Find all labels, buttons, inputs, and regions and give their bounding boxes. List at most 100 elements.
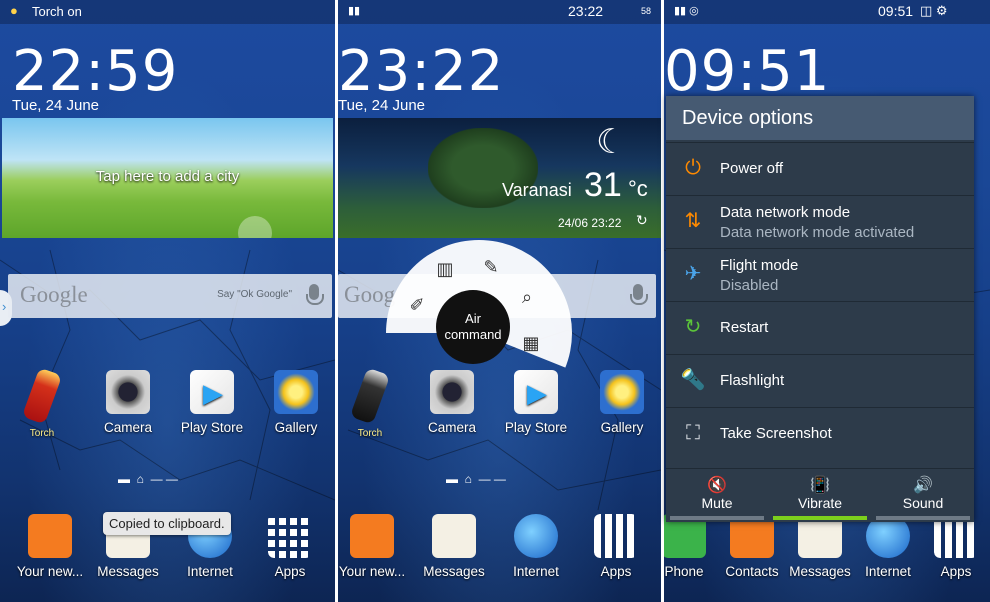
apps-grid-icon [594, 514, 638, 558]
app-label: Messages [423, 564, 485, 579]
app-gallery[interactable]: Gallery [582, 370, 661, 435]
app-torch[interactable]: Torch [2, 367, 82, 439]
app-gallery[interactable]: Gallery [256, 370, 335, 435]
app-apps[interactable]: Apps [576, 514, 656, 579]
ok-google-hint: Say "Ok Google" [217, 289, 292, 300]
mode-indicator [773, 516, 867, 520]
app-label: Apps [274, 564, 306, 579]
screenshot-icon: ⛶ [686, 422, 700, 444]
option-status: Disabled [720, 277, 779, 294]
restart-icon: ↻ [684, 316, 702, 338]
mute-icon: 🔇 [707, 477, 727, 494]
mic-icon[interactable] [630, 284, 648, 305]
page-indicator[interactable]: ▬ ⌂ — — [446, 472, 506, 486]
clock: 23:22 [338, 39, 505, 104]
status-clock: 09:51 [878, 3, 914, 19]
app-play-store[interactable]: ▶ Play Store [496, 370, 576, 435]
status-text: Torch on [32, 4, 82, 19]
mode-label: Sound [902, 495, 944, 511]
app-play-store[interactable]: ▶ Play Store [172, 370, 252, 435]
camera-icon [430, 370, 474, 414]
app-apps[interactable]: Apps [916, 514, 990, 579]
app-messages[interactable]: Messages [414, 514, 494, 579]
option-restart[interactable]: ↻ Restart [666, 301, 974, 354]
date: Tue, 24 June [338, 97, 426, 114]
mode-label: Vibrate [797, 495, 843, 511]
action-memo-icon[interactable]: ✐ [406, 294, 428, 316]
app-apps[interactable]: Apps [250, 514, 330, 579]
play-store-icon: ▶ [514, 370, 558, 414]
vibrate-icon: 📳 [810, 477, 830, 494]
air-command-label-1: Air [465, 311, 481, 326]
option-flight-mode[interactable]: ✈ Flight mode Disabled [666, 248, 974, 301]
google-logo: Goog [344, 282, 396, 307]
app-camera[interactable]: Camera [88, 370, 168, 435]
night-cloudy-icon: ☾ [596, 123, 627, 161]
option-label: Data network mode [720, 204, 851, 221]
signal-icon: ▮▮ ◎ [674, 5, 699, 17]
app-label: Camera [103, 420, 152, 435]
home-screen-1: ● Torch on 22:59 Tue, 24 June Tap here t… [0, 0, 335, 602]
google-search-bar[interactable]: Google Say "Ok Google" [8, 274, 332, 318]
option-label: Restart [720, 319, 769, 336]
vibrate-button[interactable]: 📳 Vibrate [769, 469, 871, 523]
screen-write-icon[interactable]: ✎ [480, 256, 502, 278]
mic-icon[interactable] [306, 284, 324, 305]
date: Tue, 24 June [12, 97, 100, 114]
internet-icon [514, 514, 558, 558]
city-name: Varanasi [502, 180, 572, 200]
option-label: Power off [720, 160, 784, 177]
app-label: Play Store [180, 420, 244, 435]
mute-button[interactable]: 🔇 Mute [666, 469, 768, 523]
air-command-button[interactable]: Air command [436, 290, 510, 364]
weather-widget[interactable]: Tap here to add a city [2, 118, 333, 238]
camera-icon [106, 370, 150, 414]
signal-icon: ▮▮ [348, 5, 361, 17]
clock: 09:51 [664, 39, 831, 104]
app-camera[interactable]: Camera [412, 370, 492, 435]
app-label: Camera [427, 420, 476, 435]
app-label: Gallery [600, 420, 644, 435]
gallery-icon [274, 370, 318, 414]
mode-indicator [876, 516, 970, 520]
app-torch[interactable]: Torch [338, 367, 410, 439]
option-flashlight[interactable]: 🔦 Flashlight [666, 354, 974, 407]
app-contacts[interactable]: Your new... [10, 514, 90, 579]
power-icon: ⏻ [685, 157, 701, 179]
temperature: 31 [584, 166, 622, 204]
s-finder-icon[interactable]: ⌕ [516, 286, 538, 308]
weather-updated: 24/06 23:22 [558, 216, 622, 230]
contacts-icon [28, 514, 72, 558]
sound-button[interactable]: 🔊 Sound [872, 469, 974, 523]
app-internet[interactable]: Internet [496, 514, 576, 579]
app-label: Apps [600, 564, 632, 579]
option-label: Flight mode [720, 257, 799, 274]
app-label: Gallery [274, 420, 318, 435]
touch-indicator [238, 216, 272, 238]
data-network-icon: ⇅ [684, 210, 702, 232]
scrapbook-icon[interactable]: ▥ [434, 258, 456, 280]
refresh-icon[interactable]: ↻ [636, 212, 648, 229]
page-indicator[interactable]: ▬ ⌂ — — [118, 472, 178, 486]
device-options-dialog: Device options ⏻ Power off ⇅ Data networ… [666, 96, 974, 522]
dialog-title: Device options [666, 96, 974, 140]
torch-status-icon: ● [10, 3, 18, 18]
option-take-screenshot[interactable]: ⛶ Take Screenshot [666, 407, 974, 460]
apps-grid-icon [268, 514, 312, 558]
pen-window-icon[interactable]: ▦ [520, 332, 542, 354]
option-data-network-mode[interactable]: ⇅ Data network mode Data network mode ac… [666, 195, 974, 248]
add-city-prompt[interactable]: Tap here to add a city [2, 168, 333, 185]
vibrate-status-icon: ◫ ⚙ [920, 3, 948, 18]
air-command-label-2: command [444, 327, 502, 342]
status-clock: 23:22 [568, 3, 604, 19]
torch-icon [349, 367, 391, 425]
sound-mode-selector: 🔇 Mute 📳 Vibrate 🔊 Sound [666, 468, 974, 523]
weather-widget[interactable]: ☾ Varanasi 31 °c 24/06 23:22 ↻ [338, 118, 661, 238]
option-power-off[interactable]: ⏻ Power off [666, 142, 974, 195]
option-label: Take Screenshot [720, 425, 832, 442]
chevron-right-icon: › [2, 299, 7, 314]
battery-level: 58 [641, 6, 652, 16]
app-label: Internet [187, 564, 233, 579]
app-label: Torch [357, 428, 383, 439]
app-contacts[interactable]: Your new... [338, 514, 412, 579]
